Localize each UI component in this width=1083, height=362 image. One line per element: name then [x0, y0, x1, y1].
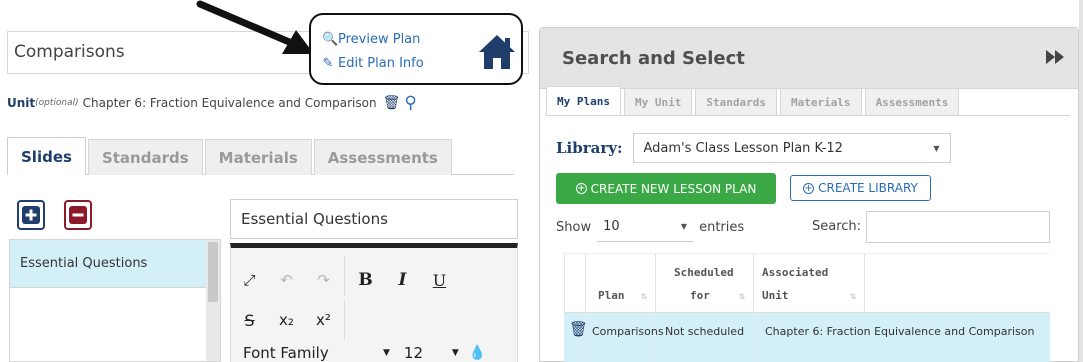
binoculars-icon: 🔍	[322, 32, 339, 47]
plus-circle-icon: +	[803, 182, 815, 194]
column-header-plan[interactable]: Plan ⇅	[586, 254, 656, 312]
panel-header: Search and Select	[540, 28, 1078, 89]
remove-slide-button[interactable]	[64, 200, 92, 230]
add-slide-button[interactable]	[17, 200, 45, 230]
entries-label: entries	[699, 219, 745, 235]
create-library-button[interactable]: + CREATE LIBRARY	[790, 175, 931, 201]
tab-materials[interactable]: Materials	[204, 139, 312, 175]
column-header-plan-label: Plan	[598, 289, 625, 302]
redo-icon[interactable]: ↷	[305, 265, 342, 295]
table-row[interactable]: 🗑 Comparisons Not scheduled Chapter 6: F…	[564, 313, 1050, 362]
library-value: Adam's Class Lesson Plan K-12	[643, 140, 843, 156]
superscript-button[interactable]: x²	[305, 305, 342, 335]
slide-title-input[interactable]: Essential Questions	[230, 199, 518, 239]
sort-icon: ⇅	[738, 291, 745, 302]
tab-my-plans[interactable]: My Plans	[546, 86, 621, 116]
slide-list: Essential Questions	[9, 239, 221, 362]
collapse-panel-icon[interactable]	[1046, 50, 1064, 64]
search-input[interactable]	[866, 211, 1050, 243]
font-family-value: Font Family	[243, 344, 329, 362]
tab-materials[interactable]: Materials	[779, 88, 862, 116]
cell-unit: Chapter 6: Fraction Equivalence and Comp…	[765, 325, 1035, 338]
bold-button[interactable]: B	[347, 265, 384, 295]
cell-plan: Comparisons	[586, 313, 664, 362]
search-label: Search:	[812, 219, 862, 234]
library-row: Library: Adam's Class Lesson Plan K-12 ▼	[556, 133, 951, 163]
panel-title: Search and Select	[562, 47, 745, 69]
column-header-unit-label-2: Unit	[762, 289, 789, 302]
create-library-label: CREATE LIBRARY	[818, 181, 918, 195]
chevron-down-icon: ▼	[451, 348, 459, 358]
unit-line: Unit (optional) Chapter 6: Fraction Equi…	[7, 93, 417, 113]
text-color-icon[interactable]: 💧	[469, 345, 486, 361]
row-delete-cell: 🗑	[564, 313, 588, 362]
tab-slides[interactable]: Slides	[7, 137, 86, 175]
fullscreen-icon[interactable]: ⤢	[231, 265, 268, 295]
minus-icon	[69, 206, 87, 224]
plan-tabs: Slides Standards Materials Assessments	[7, 137, 514, 175]
trash-icon[interactable]: 🗑	[383, 95, 401, 111]
home-icon[interactable]	[478, 34, 516, 70]
plus-icon	[22, 206, 40, 224]
slide-item[interactable]: Essential Questions	[10, 240, 206, 288]
entries-select[interactable]: 10 ▼	[597, 212, 694, 242]
create-lesson-plan-button[interactable]: + CREATE NEW LESSON PLAN	[556, 173, 776, 204]
column-header-associated-unit[interactable]: Associated Unit ⇅	[754, 254, 865, 312]
tab-my-unit[interactable]: My Unit	[623, 88, 693, 116]
annotation-arrow	[196, 0, 314, 54]
slide-list-scrollbar[interactable]	[206, 240, 220, 361]
font-size-select[interactable]: 12	[404, 344, 448, 362]
search-tabs: My Plans My Unit Standards Materials Ass…	[546, 86, 962, 116]
tab-assessments[interactable]: Assessments	[864, 88, 960, 116]
tab-assessments[interactable]: Assessments	[313, 139, 452, 175]
preview-plan-link[interactable]: 🔍 Preview Plan	[322, 32, 420, 47]
search-and-select-panel: Search and Select My Plans My Unit Stand…	[539, 27, 1079, 362]
show-label: Show	[556, 219, 592, 235]
italic-button[interactable]: I	[384, 265, 421, 295]
font-family-select[interactable]: Font Family	[231, 344, 379, 362]
sort-icon: ⇅	[849, 291, 856, 302]
create-lesson-plan-label: CREATE NEW LESSON PLAN	[590, 181, 757, 196]
subscript-button[interactable]: x₂	[268, 305, 305, 335]
search-icon[interactable]: ⚲	[404, 93, 416, 113]
sort-icon: ⇅	[640, 291, 647, 302]
edit-icon: ✎	[322, 56, 334, 71]
chevron-down-icon: ▼	[680, 222, 688, 231]
column-header-unit-label: Associated	[762, 266, 829, 279]
entries-value: 10	[603, 219, 620, 234]
table-header: Plan ⇅ Scheduled for ⇅ Associated Unit ⇅	[564, 253, 1050, 313]
page-scrollbar[interactable]	[1079, 0, 1083, 362]
plan-actions-callout: 🔍 Preview Plan ✎ Edit Plan Info	[309, 13, 523, 85]
unit-value: Chapter 6: Fraction Equivalence and Comp…	[82, 96, 377, 110]
edit-plan-info-label: Edit Plan Info	[338, 56, 424, 71]
plus-circle-icon: +	[575, 183, 587, 194]
column-header-scheduled[interactable]: Scheduled for ⇅	[656, 254, 754, 312]
preview-plan-label: Preview Plan	[338, 32, 421, 47]
column-header-actions	[564, 254, 586, 312]
chevron-down-icon: ▼	[933, 143, 940, 153]
tab-standards[interactable]: Standards	[695, 88, 777, 116]
column-header-scheduled-label-2: for	[690, 289, 710, 302]
strikethrough-button[interactable]: S	[231, 305, 268, 335]
unit-optional-note: (optional)	[35, 98, 79, 108]
entries-control: Show 10 ▼ entries	[556, 212, 744, 242]
edit-plan-info-link[interactable]: ✎ Edit Plan Info	[322, 56, 424, 71]
unit-label: Unit	[7, 96, 36, 110]
tab-standards[interactable]: Standards	[87, 139, 203, 175]
cell-scheduled: Not scheduled	[656, 313, 754, 362]
library-select[interactable]: Adam's Class Lesson Plan K-12 ▼	[632, 133, 951, 163]
chevron-down-icon: ▼	[383, 348, 390, 358]
plans-table: Plan ⇅ Scheduled for ⇅ Associated Unit ⇅…	[564, 253, 1050, 362]
underline-button[interactable]: U	[421, 265, 458, 295]
column-header-scheduled-label: Scheduled	[674, 266, 734, 279]
undo-icon[interactable]: ↶	[268, 265, 305, 295]
rich-text-toolbar: ⤢ ↶ ↷ B I U S x₂ x² Font Family ▼ 12 ▼ 💧	[230, 243, 518, 362]
library-label: Library:	[556, 139, 623, 157]
